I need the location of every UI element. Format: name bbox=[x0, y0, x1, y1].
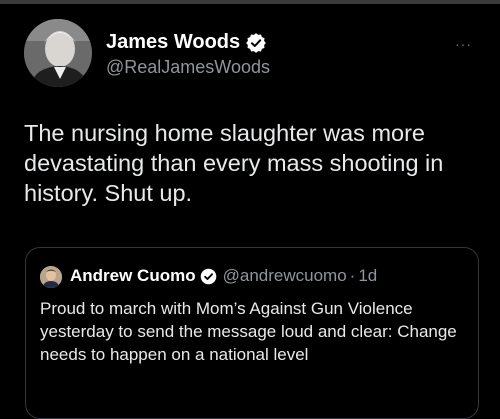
quoted-author-avatar[interactable] bbox=[40, 266, 62, 288]
more-options-icon[interactable]: ··· bbox=[455, 36, 472, 52]
tweet-card: James Woods @RealJamesWoods ··· The nurs… bbox=[0, 0, 500, 419]
verified-badge-icon bbox=[246, 32, 266, 53]
quoted-tweet[interactable]: Andrew Cuomo @andrewcuomo · 1d Proud to … bbox=[25, 247, 479, 419]
quoted-author-handle[interactable]: @andrewcuomo bbox=[223, 266, 347, 286]
author-name-text: James Woods bbox=[106, 31, 241, 53]
quoted-header: Andrew Cuomo @andrewcuomo · 1d bbox=[70, 266, 377, 286]
quoted-tweet-text: Proud to march with Mom’s Against Gun Vi… bbox=[40, 299, 457, 364]
separator-dot: · bbox=[349, 266, 356, 285]
author-name[interactable]: James Woods bbox=[106, 31, 266, 54]
quoted-timestamp[interactable]: 1d bbox=[358, 266, 377, 286]
quoted-verified-badge-icon bbox=[200, 268, 217, 285]
author-handle[interactable]: @RealJamesWoods bbox=[106, 57, 270, 78]
author-avatar[interactable] bbox=[24, 19, 92, 87]
tweet-text: The nursing home slaughter was more deva… bbox=[24, 120, 444, 206]
quoted-author-name[interactable]: Andrew Cuomo bbox=[70, 266, 196, 286]
